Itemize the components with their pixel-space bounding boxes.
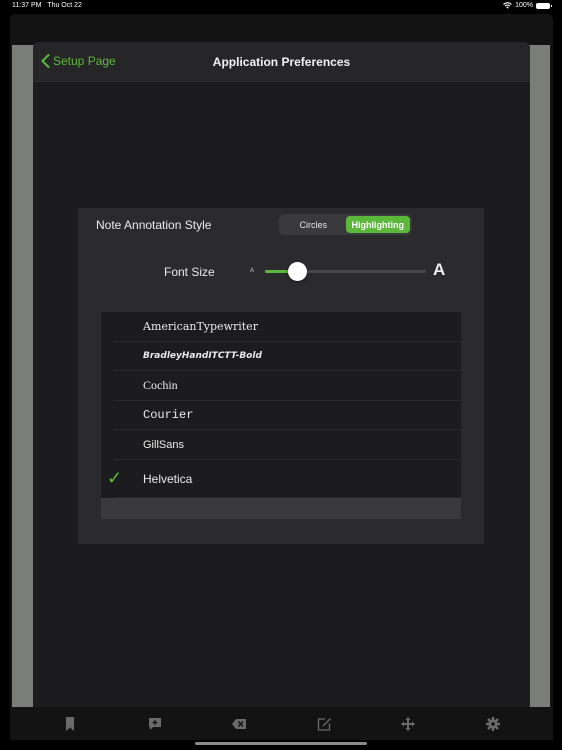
wifi-icon: [503, 2, 512, 9]
home-indicator[interactable]: [195, 742, 367, 745]
navigation-bar: Setup Page Application Preferences: [33, 42, 530, 82]
move-icon: [401, 716, 416, 731]
segment-highlighting[interactable]: Highlighting: [345, 216, 410, 233]
add-comment-icon: [148, 717, 161, 730]
edit-icon: [317, 717, 331, 731]
battery-icon: [536, 2, 552, 9]
font-list: AmericanTypewriter BradleyHandITCTT-Bold…: [101, 312, 461, 519]
font-size-slider[interactable]: [265, 262, 426, 281]
list-footer: [101, 497, 461, 519]
add-comment-button[interactable]: [144, 713, 166, 735]
page-title: Application Preferences: [212, 55, 351, 69]
preferences-sheet: Setup Page Application Preferences Note …: [33, 42, 530, 707]
slider-thumb[interactable]: [287, 262, 307, 281]
font-item-label: Cochin: [143, 378, 178, 393]
status-right: 100%: [503, 2, 552, 9]
font-item-courier[interactable]: Courier: [101, 400, 461, 430]
annotation-style-label: Note Annotation Style: [96, 218, 212, 232]
bookmark-icon: [66, 716, 75, 731]
checkmark-icon: ✓: [107, 468, 123, 488]
small-text-icon: A: [250, 268, 255, 274]
font-item-cochin[interactable]: Cochin: [101, 371, 461, 401]
segment-circles[interactable]: Circles: [281, 216, 346, 233]
font-item-label: GillSans: [143, 438, 184, 451]
status-time: 11:37 PM Thu Oct 22: [12, 2, 82, 9]
settings-icon: [485, 716, 500, 731]
bookmark-button[interactable]: [59, 713, 81, 735]
font-item-label: Helvetica: [143, 471, 193, 486]
font-item-gill-sans[interactable]: GillSans: [101, 430, 461, 460]
font-size-label: Font Size: [164, 265, 215, 279]
settings-button[interactable]: [482, 713, 504, 735]
font-item-american-typewriter[interactable]: AmericanTypewriter: [101, 312, 461, 342]
font-item-label: BradleyHandITCTT-Bold: [143, 351, 262, 362]
move-button[interactable]: [397, 713, 419, 735]
bottom-toolbar: [10, 707, 553, 740]
font-item-label: AmericanTypewriter: [143, 320, 258, 334]
large-text-icon: A: [433, 260, 446, 279]
delete-icon: [232, 718, 247, 729]
battery-percent: 100%: [515, 2, 533, 9]
edit-button[interactable]: [313, 713, 335, 735]
font-item-helvetica[interactable]: ✓ Helvetica: [101, 459, 461, 498]
annotation-style-segmented-control: Circles Highlighting: [279, 214, 412, 235]
font-item-label: Courier: [143, 408, 194, 423]
status-bar: 11:37 PM Thu Oct 22 100%: [0, 0, 562, 14]
delete-button[interactable]: [228, 713, 250, 735]
preferences-panel: Note Annotation Style Circles Highlighti…: [78, 208, 484, 544]
font-item-bradley-hand[interactable]: BradleyHandITCTT-Bold: [101, 341, 461, 371]
